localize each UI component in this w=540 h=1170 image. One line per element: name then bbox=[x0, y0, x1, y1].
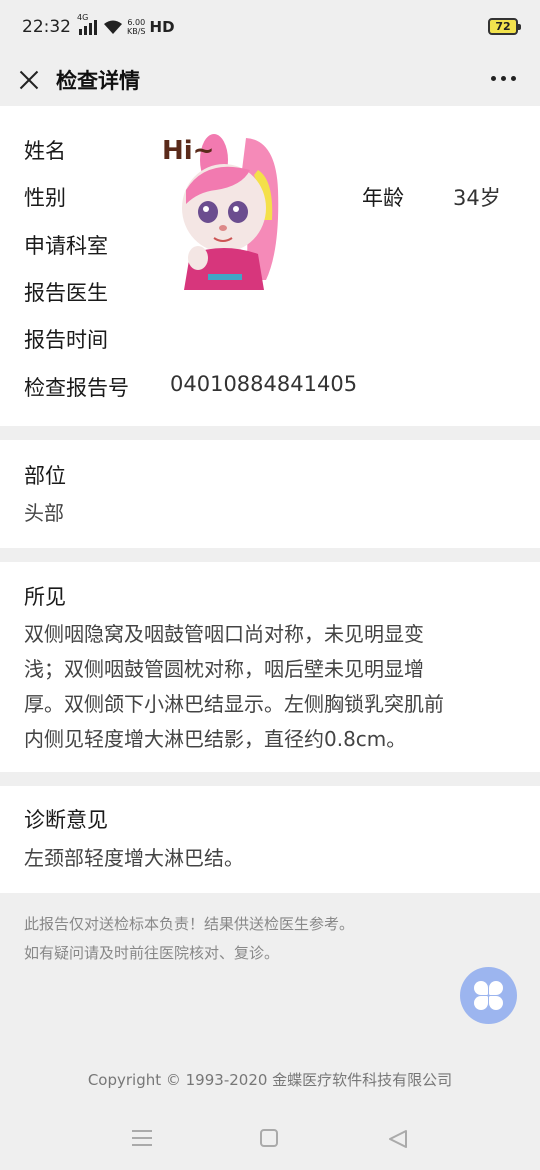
speed-value: 6.00 bbox=[127, 18, 146, 27]
diagnosis-value: 左颈部轻度增大淋巴结。 bbox=[24, 846, 244, 870]
network-type: 4G bbox=[77, 13, 89, 22]
findings-line: 浅；双侧咽鼓管圆枕对称，咽后壁未见明显增 bbox=[24, 657, 424, 681]
disclaimer-line-1: 此报告仅对送检标本负责！结果供送检医生参考。 bbox=[24, 915, 355, 933]
triangle-back-icon[interactable] bbox=[387, 1128, 409, 1150]
site-value: 头部 bbox=[24, 501, 64, 525]
disclaimer-line-2: 如有疑问请及时前往医院核对、复诊。 bbox=[24, 944, 280, 962]
app-header: 检查详情 bbox=[0, 54, 540, 106]
diagnosis-title: 诊断意见 bbox=[24, 808, 108, 832]
system-nav-bar bbox=[0, 1110, 540, 1170]
findings-line: 厚。双侧颌下小淋巴结显示。左侧胸锁乳突肌前 bbox=[24, 692, 444, 716]
disclaimer-notes: 此报告仅对送检标本负责！结果供送检医生参考。 如有疑问请及时前往医院核对、复诊。 bbox=[24, 910, 354, 968]
battery-icon: 72 bbox=[488, 18, 521, 35]
gender-label: 性别 bbox=[24, 186, 66, 210]
site-card: 部位 头部 bbox=[0, 440, 540, 548]
patient-info-card: 姓名 性别 申请科室 报告医生 报告时间 检查报告号 0401088484140… bbox=[0, 106, 540, 426]
name-label: 姓名 bbox=[24, 139, 66, 163]
findings-text: 双侧咽隐窝及咽鼓管咽口尚对称，未见明显变 浅；双侧咽鼓管圆枕对称，咽后壁未见明显… bbox=[24, 617, 519, 757]
site-title: 部位 bbox=[24, 464, 66, 488]
findings-line: 内侧见轻度增大淋巴结影，直径约0.8cm。 bbox=[24, 727, 407, 751]
clover-menu-icon[interactable] bbox=[460, 967, 517, 1024]
diagnosis-card: 诊断意见 左颈部轻度增大淋巴结。 bbox=[0, 786, 540, 893]
close-icon[interactable] bbox=[16, 67, 42, 93]
speed-unit: KB/S bbox=[127, 27, 146, 36]
report-number-label: 检查报告号 bbox=[24, 376, 129, 400]
battery-level: 72 bbox=[495, 20, 511, 33]
network-speed: 6.00 KB/S bbox=[127, 18, 146, 36]
avatar-greeting: Hi~ bbox=[162, 136, 215, 166]
more-dots-icon[interactable] bbox=[491, 76, 516, 81]
page-title: 检查详情 bbox=[56, 69, 140, 93]
cellular-signal-icon: 4G bbox=[77, 13, 97, 35]
age-label: 年龄 bbox=[362, 186, 404, 210]
status-bar: 22:32 4G 6.00 KB/S HD 72 bbox=[0, 0, 540, 54]
department-label: 申请科室 bbox=[24, 234, 108, 258]
findings-line: 双侧咽隐窝及咽鼓管咽口尚对称，未见明显变 bbox=[24, 622, 424, 646]
menu-lines-icon[interactable] bbox=[131, 1128, 153, 1148]
findings-card: 所见 双侧咽隐窝及咽鼓管咽口尚对称，未见明显变 浅；双侧咽鼓管圆枕对称，咽后壁未… bbox=[0, 562, 540, 772]
age-value: 34岁 bbox=[453, 186, 501, 210]
avatar: Hi~ bbox=[146, 130, 306, 290]
hd-indicator: HD bbox=[149, 18, 175, 36]
copyright-text: Copyright © 1993-2020 金蝶医疗软件科技有限公司 bbox=[87, 1071, 453, 1089]
findings-title: 所见 bbox=[24, 585, 66, 609]
report-time-label: 报告时间 bbox=[24, 328, 108, 352]
status-time: 22:32 bbox=[22, 17, 71, 37]
square-home-icon[interactable] bbox=[259, 1128, 279, 1148]
report-number-value: 04010884841405 bbox=[170, 372, 358, 396]
doctor-label: 报告医生 bbox=[24, 281, 108, 305]
wifi-icon bbox=[104, 20, 122, 34]
